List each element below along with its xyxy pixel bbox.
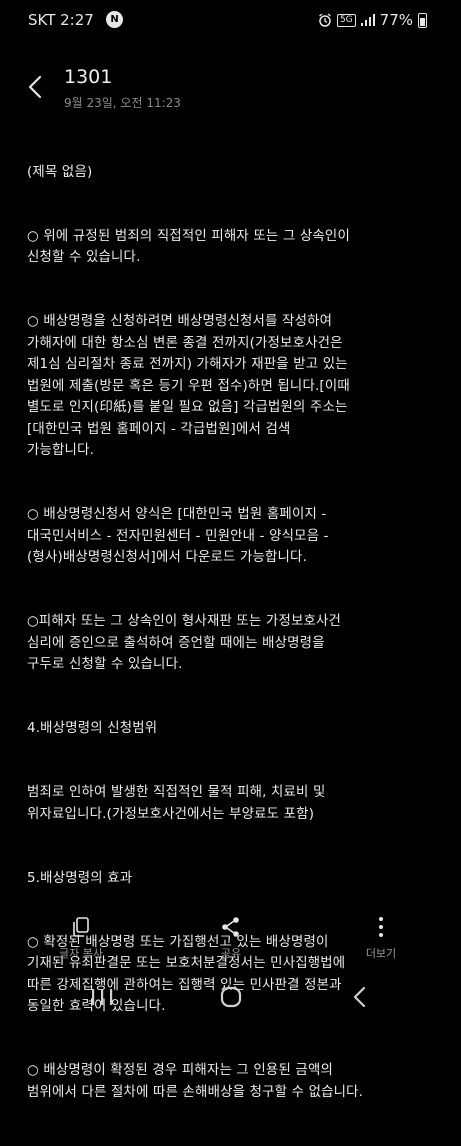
- battery-icon: [418, 12, 427, 28]
- note-title: 1301: [64, 66, 113, 88]
- status-icons: 5G 77%: [318, 11, 427, 29]
- note-paragraph: ○피해자 또는 그 상속인이 형사재판 또는 가정보호사건 심리에 증인으로 출…: [27, 614, 342, 672]
- copy-text-label: 글자 복사: [59, 947, 103, 960]
- alarm-icon: [319, 13, 331, 27]
- note-paragraph: ○ 배상명령이 확정된 경우 피해자는 그 인용된 금액의 범위에서 다른 절차…: [27, 1063, 364, 1100]
- bottom-toolbar: 글자 복사 공유 더보기: [0, 910, 461, 970]
- share-label: 공유: [220, 947, 242, 960]
- note-paragraph: 범죄로 인하여 발생한 직접적인 물적 피해, 치료비 및 위자료입니다.(가정…: [27, 785, 326, 822]
- more-button[interactable]: 더보기: [336, 910, 426, 961]
- home-icon[interactable]: [211, 982, 251, 1012]
- system-nav-bar: [0, 972, 461, 1024]
- status-bar: SKT 2:27 N 5G 77%: [0, 0, 461, 40]
- share-icon: [222, 917, 239, 937]
- note-date: 9월 23일, 오전 11:23: [64, 96, 181, 110]
- more-label: 더보기: [365, 947, 397, 960]
- recents-icon[interactable]: [82, 982, 122, 1012]
- network-5g-icon: 5G: [336, 13, 356, 27]
- notification-badge: N: [106, 11, 123, 28]
- copy-text-button[interactable]: 글자 복사: [36, 910, 126, 961]
- signal-icon: [360, 14, 375, 26]
- note-paragraph: 4.배상명령의 신청범위: [27, 721, 158, 736]
- more-options-icon: [379, 917, 383, 937]
- share-button[interactable]: 공유: [186, 910, 276, 961]
- note-paragraph: ○ 배상명령을 신청하려면 배상명령신청서를 작성하여 가해자에 대한 항소심 …: [27, 314, 350, 458]
- nav-back-icon[interactable]: [340, 982, 380, 1012]
- back-arrow-icon[interactable]: [22, 72, 48, 102]
- status-time: SKT 2:27: [28, 11, 94, 29]
- battery-percent: 77%: [379, 11, 413, 29]
- note-paragraph: (제목 없음): [27, 164, 93, 180]
- note-paragraph: ○ 배상명령신청서 양식은 [대한민국 법원 홈페이지 - 대국민서비스 - 전…: [27, 507, 329, 565]
- note-paragraph: ○ 위에 규정된 범죄의 직접적인 피해자 또는 그 상속인이 신청할 수 있습…: [27, 228, 350, 266]
- note-paragraph: 5.배상명령의 효과: [27, 870, 133, 886]
- copy-icon: [73, 917, 89, 937]
- note-header: 1301 9월 23일, 오전 11:23: [0, 58, 461, 118]
